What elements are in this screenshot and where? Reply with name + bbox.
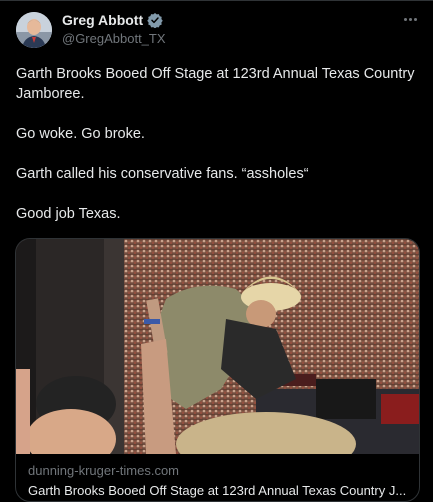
more-options-icon[interactable] — [399, 10, 421, 28]
author-name-row: Greg Abbott — [62, 12, 163, 28]
card-image — [16, 239, 419, 454]
card-title[interactable]: Garth Brooks Booed Off Stage at 123rd An… — [28, 483, 408, 498]
verified-badge-icon[interactable] — [147, 12, 163, 28]
card-domain[interactable]: dunning-kruger-times.com — [28, 463, 179, 478]
top-divider — [0, 0, 433, 1]
avatar-photo-icon — [16, 12, 52, 48]
author-avatar[interactable] — [16, 12, 52, 48]
link-card[interactable]: dunning-kruger-times.com Garth Brooks Bo… — [15, 238, 420, 502]
tweet-text: Garth Brooks Booed Off Stage at 123rd An… — [16, 66, 415, 222]
author-handle[interactable]: @GregAbbott_TX — [62, 31, 166, 46]
author-name[interactable]: Greg Abbott — [62, 12, 143, 28]
